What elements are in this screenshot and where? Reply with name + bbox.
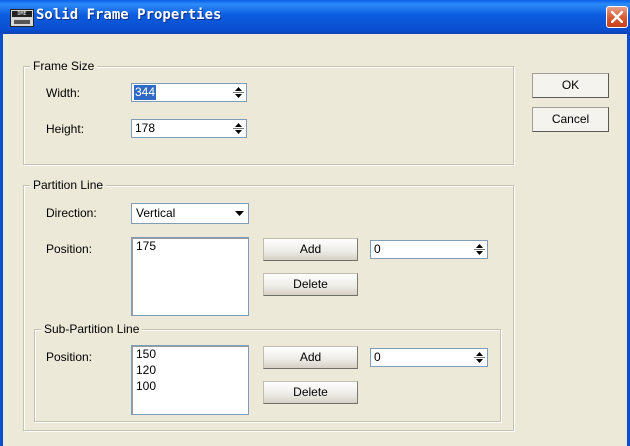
title-bar[interactable]: DME Solid Frame Properties: [0, 0, 630, 34]
frame-size-group: Frame Size: [23, 59, 514, 165]
close-icon: [611, 11, 623, 23]
chevron-down-icon[interactable]: [234, 208, 245, 219]
height-spin-arrows[interactable]: [232, 121, 245, 136]
partition-spin-arrows[interactable]: [473, 242, 486, 257]
sub-partition-spin-value[interactable]: 0: [373, 350, 382, 365]
direction-value[interactable]: Vertical: [136, 206, 175, 221]
width-label: Width:: [46, 86, 81, 100]
list-item[interactable]: 120: [132, 362, 248, 378]
direction-label: Direction:: [46, 206, 97, 220]
cancel-button[interactable]: Cancel: [532, 107, 609, 132]
app-icon-base: [14, 20, 30, 24]
sub-partition-line-group: Sub-Partition Line: [34, 322, 501, 422]
list-item[interactable]: 150: [132, 346, 248, 362]
width-spin-arrows[interactable]: [232, 85, 245, 100]
ok-button[interactable]: OK: [532, 73, 609, 98]
list-item[interactable]: 100: [132, 378, 248, 394]
height-spinbox[interactable]: 178: [131, 119, 247, 138]
direction-dropdown[interactable]: Vertical: [131, 203, 249, 224]
width-spinbox[interactable]: 344: [131, 83, 247, 102]
width-value[interactable]: 344: [134, 85, 157, 100]
spin-up-down-icon[interactable]: [232, 121, 245, 136]
sub-position-label: Position:: [46, 350, 93, 364]
spin-up-down-icon[interactable]: [473, 350, 486, 365]
position-label: Position:: [46, 242, 93, 256]
sub-partition-line-group-label: Sub-Partition Line: [41, 322, 143, 336]
height-label: Height:: [46, 122, 85, 136]
close-button[interactable]: [606, 6, 628, 28]
partition-position-list[interactable]: 175: [131, 237, 249, 316]
app-icon-text: DME: [12, 11, 32, 17]
partition-add-button[interactable]: Add: [263, 238, 358, 261]
spin-up-down-icon[interactable]: [232, 85, 245, 100]
partition-delete-button[interactable]: Delete: [263, 273, 358, 296]
window-title: Solid Frame Properties: [36, 7, 222, 23]
app-icon: DME: [10, 9, 34, 27]
sub-partition-delete-button[interactable]: Delete: [263, 381, 358, 404]
height-value[interactable]: 178: [134, 121, 156, 136]
window-frame-left: [0, 34, 3, 446]
partition-spin-value[interactable]: 0: [373, 242, 382, 257]
sub-partition-position-spinbox[interactable]: 0: [370, 348, 488, 367]
list-item[interactable]: 175: [132, 238, 248, 254]
sub-partition-spin-arrows[interactable]: [473, 350, 486, 365]
sub-partition-add-button[interactable]: Add: [263, 346, 358, 369]
sub-partition-position-list[interactable]: 150 120 100: [131, 345, 249, 415]
partition-position-spinbox[interactable]: 0: [370, 240, 488, 259]
frame-size-group-label: Frame Size: [30, 59, 98, 73]
spin-up-down-icon[interactable]: [473, 242, 486, 257]
partition-line-group-label: Partition Line: [30, 178, 107, 192]
